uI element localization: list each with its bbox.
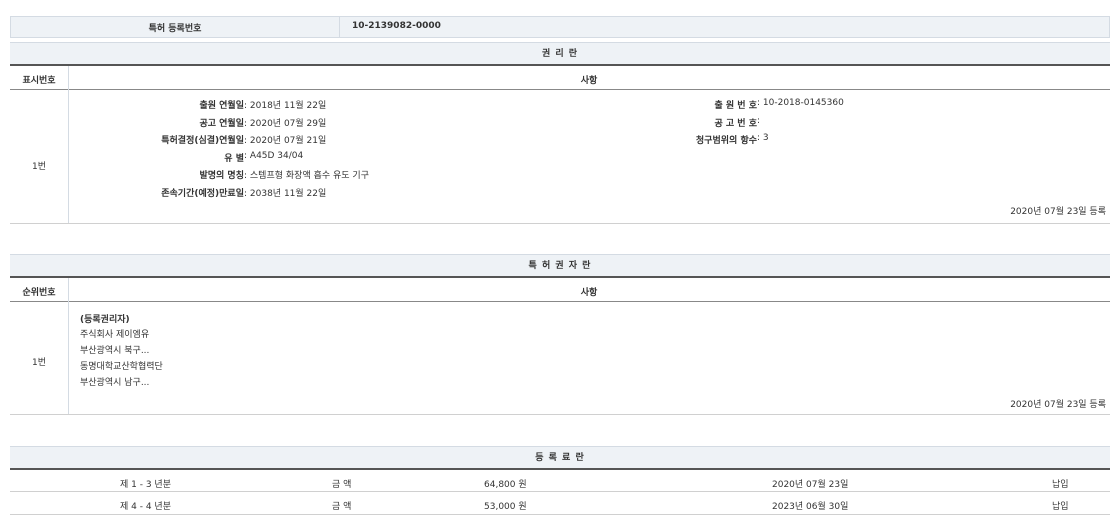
field-label-publication-date: 공고 연월일: [199, 116, 244, 129]
field-label-invention-title: 발명의 명칭: [199, 168, 244, 181]
fee-row-1-amount: 64,800 원: [484, 477, 527, 490]
owner-row-number: 1번: [10, 355, 68, 368]
field-label-classification: 유 별: [224, 151, 244, 164]
registration-number: 10-2139082-0000: [352, 21, 441, 31]
fee-row-2-date: 2023년 06월 30일: [772, 499, 848, 512]
owner-row-bottom: [10, 414, 1110, 415]
rights-divider: [68, 66, 69, 224]
rights-col-no-label: 표시번호: [10, 73, 68, 86]
fee-row-1-label: 금 액: [332, 477, 351, 490]
fee-row-1-status: 납입: [1052, 477, 1069, 490]
owner-col-content-label: 사항: [68, 285, 1110, 298]
owner-address-1: 부산광역시 북구...: [80, 343, 149, 356]
field-label-decision-date: 특허결정(심결)연월일: [161, 133, 244, 146]
fee-row-2-line: [10, 514, 1110, 515]
fee-row-2-status: 납입: [1052, 499, 1069, 512]
owner-registration-date: 2020년 07월 23일 등록: [1010, 397, 1106, 410]
fee-row-1-period: 제 1 - 3 년분: [120, 477, 171, 490]
fee-section-title: 등 록 료 란: [10, 446, 1110, 470]
owner-col-no-label: 순위번호: [10, 285, 68, 298]
owner-address-2: 부산광역시 남구...: [80, 375, 149, 388]
rights-row-number: 1번: [10, 159, 68, 172]
field-value-decision-date: : 2020년 07월 21일: [244, 133, 326, 146]
field-label-filing-date: 출원 연월일: [199, 98, 244, 111]
rights-registration-date: 2020년 07월 23일 등록: [1010, 204, 1106, 217]
fee-row-2-amount: 53,000 원: [484, 499, 527, 512]
field-label-publication-number: 공 고 번 호: [714, 116, 757, 129]
field-label-application-number: 출 원 번 호: [714, 98, 757, 111]
field-value-invention-title: : 스템프형 화장액 흡수 유도 기구: [244, 168, 369, 181]
rights-col-content-label: 사항: [68, 73, 1110, 86]
field-value-expiry-date: : 2038년 11월 22일: [244, 186, 326, 199]
fee-row-2-period: 제 4 - 4 년분: [120, 499, 171, 512]
fee-row-1-date: 2020년 07월 23일: [772, 477, 848, 490]
field-label-expiry-date: 존속기간(예정)만료일: [161, 186, 244, 199]
field-value-application-number: : 10-2018-0145360: [757, 98, 844, 108]
field-value-publication-date: : 2020년 07월 29일: [244, 116, 326, 129]
field-label-claim-count: 청구범위의 항수: [696, 133, 757, 146]
rights-row-bottom: [10, 223, 1110, 224]
owner-divider: [68, 278, 69, 415]
rights-section-title: 권 리 란: [10, 42, 1110, 66]
registration-label: 특허 등록번호: [10, 21, 340, 34]
field-value-claim-count: : 3: [757, 133, 769, 143]
field-value-classification: : A45D 34/04: [244, 151, 303, 161]
fee-row-2-label: 금 액: [332, 499, 351, 512]
field-value-filing-date: : 2018년 11월 22일: [244, 98, 326, 111]
owner-name-2: 동명대학교산학협력단: [80, 359, 163, 372]
field-value-publication-number: :: [757, 116, 760, 126]
owner-name-1: 주식회사 제이엠유: [80, 327, 149, 340]
fee-row-1-line: [10, 491, 1110, 492]
owner-section-title: 특 허 권 자 란: [10, 254, 1110, 278]
owner-type-label: (등록권리자): [80, 312, 130, 325]
